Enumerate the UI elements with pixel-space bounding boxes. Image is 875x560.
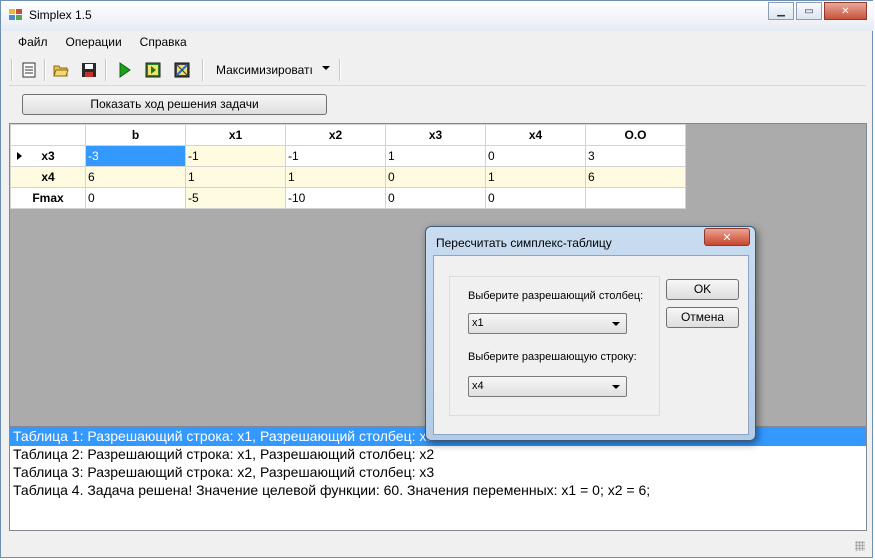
pivot-column-value: x1	[472, 317, 484, 329]
chevron-down-icon	[612, 385, 620, 389]
table-row: x3 -3 -1 -1 1 0 3	[10, 145, 686, 167]
table-header-row: b x1 x2 x3 x4 O.O	[10, 124, 686, 146]
menu-file[interactable]: Файл	[9, 32, 57, 54]
table-cell[interactable]: -1	[185, 145, 286, 167]
menu-help[interactable]: Справка	[131, 32, 196, 54]
column-header[interactable]: b	[85, 124, 186, 146]
table-cell[interactable]: 6	[85, 166, 186, 188]
list-item[interactable]: Таблица 4. Задача решена! Значение целев…	[10, 482, 866, 500]
table-cell[interactable]: 1	[385, 145, 486, 167]
close-button[interactable]: ✕	[824, 2, 867, 20]
table-cell[interactable]: 3	[585, 145, 686, 167]
list-item[interactable]: Таблица 3: Разрешающий строка: x2, Разре…	[10, 464, 866, 482]
pivot-row-label: Выберите разрешающую строку:	[468, 351, 637, 363]
table-cell[interactable]: -1	[285, 145, 386, 167]
column-header[interactable]: x4	[485, 124, 586, 146]
show-solution-button[interactable]: Показать ход решения задачи	[22, 94, 327, 115]
table-cell[interactable]: 1	[485, 166, 586, 188]
table-cell[interactable]: 0	[485, 187, 586, 209]
step-icon[interactable]	[143, 60, 163, 80]
table-cell[interactable]: 0	[485, 145, 586, 167]
table-cell[interactable]: -5	[185, 187, 286, 209]
row-header[interactable]: x4	[10, 166, 86, 188]
toolbar-grip	[11, 59, 13, 81]
pivot-row-value: x4	[472, 380, 484, 392]
list-item[interactable]: Таблица 2: Разрешающий строка: x1, Разре…	[10, 446, 866, 464]
simplex-table: b x1 x2 x3 x4 O.O x3 -3 -1 -1 1 0 3 x4 6…	[10, 124, 686, 209]
table-cell[interactable]: 6	[585, 166, 686, 188]
save-icon[interactable]	[79, 60, 99, 80]
optimization-mode-value: Максимизироватı	[216, 63, 313, 77]
recalc-icon[interactable]	[172, 60, 192, 80]
toolbar-separator	[202, 59, 204, 81]
dialog-body: Выберите разрешающий столбец: x1 Выберит…	[433, 255, 749, 435]
toolbar-separator	[339, 59, 341, 81]
table-cell[interactable]: 0	[385, 166, 486, 188]
current-row-pointer-icon	[17, 152, 22, 160]
table-row: Fmax 0 -5 -10 0 0	[10, 187, 686, 209]
window-title: Simplex 1.5	[29, 8, 92, 22]
column-header[interactable]: x1	[185, 124, 286, 146]
app-icon	[9, 9, 23, 21]
run-play-icon[interactable]	[114, 60, 134, 80]
row-header[interactable]: x3	[10, 145, 86, 167]
table-row: x4 6 1 1 0 1 6	[10, 166, 686, 188]
minimize-button[interactable]: ▁	[768, 2, 794, 20]
column-header[interactable]: O.O	[585, 124, 686, 146]
title-bar[interactable]: Simplex 1.5 ▁ ▭ ✕	[1, 1, 874, 31]
corner-header[interactable]	[10, 124, 86, 146]
menu-operations[interactable]: Операции	[57, 32, 131, 54]
resize-grip-icon[interactable]	[855, 541, 865, 551]
column-header[interactable]: x3	[385, 124, 486, 146]
pivot-column-label: Выберите разрешающий столбец:	[468, 290, 644, 302]
chevron-down-icon	[612, 322, 620, 326]
maximize-button[interactable]: ▭	[796, 2, 822, 20]
open-folder-icon[interactable]	[51, 60, 71, 80]
column-header[interactable]: x2	[285, 124, 386, 146]
table-cell[interactable]: 1	[285, 166, 386, 188]
toolbar: Максимизироватı	[9, 55, 866, 86]
table-cell[interactable]: -3	[85, 145, 186, 167]
dialog-close-button[interactable]: ✕	[704, 228, 750, 246]
table-cell[interactable]: 0	[385, 187, 486, 209]
dialog-title: Пересчитать симплекс-таблицу	[436, 236, 612, 250]
row-header[interactable]: Fmax	[10, 187, 86, 209]
solution-log-list[interactable]: Таблица 1: Разрешающий строка: x1, Разре…	[9, 427, 867, 531]
table-cell[interactable]: -10	[285, 187, 386, 209]
new-table-icon[interactable]	[19, 60, 39, 80]
pivot-row-select[interactable]: x4	[468, 376, 627, 397]
table-cell[interactable]: 0	[85, 187, 186, 209]
status-bar	[9, 533, 867, 553]
cancel-button[interactable]: Отмена	[666, 307, 739, 328]
pivot-column-select[interactable]: x1	[468, 313, 627, 334]
selection-group: Выберите разрешающий столбец: x1 Выберит…	[449, 276, 660, 416]
chevron-down-icon	[322, 66, 330, 70]
toolbar-separator	[105, 59, 107, 81]
recalculate-dialog: Пересчитать симплекс-таблицу ✕ Выберите …	[425, 226, 756, 441]
table-cell[interactable]: 1	[185, 166, 286, 188]
table-cell[interactable]	[585, 187, 686, 209]
menu-bar: Файл Операции Справка	[9, 32, 866, 54]
ok-button[interactable]: OK	[666, 279, 739, 300]
toolbar-separator	[44, 59, 46, 81]
optimization-mode-select[interactable]: Максимизироватı	[210, 58, 336, 82]
